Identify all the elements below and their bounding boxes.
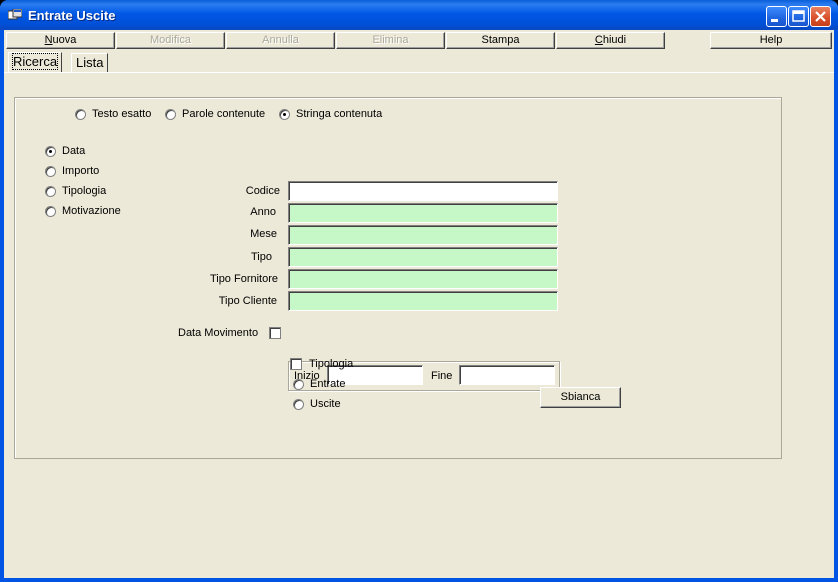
label-stringa-contenuta: Stringa contenuta	[296, 108, 383, 120]
app-window: Entrate Uscite Nuova Modifica Annulla El…	[0, 0, 838, 582]
mese-input[interactable]	[288, 225, 558, 245]
tipo-fornitore-input[interactable]	[288, 269, 558, 289]
minimize-icon	[771, 19, 778, 22]
radio-testo-esatto[interactable]	[75, 109, 86, 120]
client-area: Nuova Modifica Annulla Elimina Stampa Ch…	[4, 30, 834, 578]
radio-motivazione[interactable]	[45, 206, 56, 217]
anno-input[interactable]	[288, 203, 558, 223]
tab-lista[interactable]: Lista	[71, 53, 109, 72]
sbianca-button[interactable]: Sbianca	[540, 387, 621, 408]
label-testo-esatto: Testo esatto	[92, 108, 152, 120]
tipo-input[interactable]	[288, 247, 558, 267]
ricerca-panel: Testo esatto Parole contenute Stringa co…	[4, 72, 834, 578]
radio-entrate[interactable]	[293, 379, 304, 390]
codice-input[interactable]	[288, 181, 558, 201]
label-tipo-cliente: Tipo Cliente	[218, 295, 277, 307]
label-uscite: Uscite	[310, 398, 341, 410]
label-tipo-fornitore: Tipo Fornitore	[209, 273, 278, 285]
close-button[interactable]	[810, 6, 831, 27]
modifica-button[interactable]: Modifica	[116, 32, 225, 49]
radio-tipologia[interactable]	[45, 186, 56, 197]
fine-input[interactable]	[459, 365, 555, 385]
minimize-button[interactable]	[766, 6, 787, 27]
label-mese: Mese	[250, 228, 277, 240]
label-data: Data	[62, 145, 86, 157]
tipo-cliente-input[interactable]	[288, 291, 558, 311]
radio-stringa-contenuta[interactable]	[279, 109, 290, 120]
window-title: Entrate Uscite	[28, 8, 116, 23]
tab-ricerca-label: Ricerca	[11, 53, 59, 70]
title-bar[interactable]: Entrate Uscite	[0, 0, 838, 30]
radio-data[interactable]	[45, 146, 56, 157]
close-icon	[815, 11, 826, 22]
tab-strip: Ricerca Lista	[4, 50, 834, 72]
tab-lista-label: Lista	[76, 55, 104, 70]
tipologia-checkbox[interactable]	[290, 358, 302, 370]
nuova-label: uova	[52, 34, 77, 46]
label-tipologia-filter: Tipologia	[309, 358, 354, 370]
help-button[interactable]: Help	[710, 32, 832, 49]
nuova-mnemonic: N	[44, 34, 53, 46]
stampa-button[interactable]: Stampa	[446, 32, 555, 49]
label-parole-contenute: Parole contenute	[182, 108, 266, 120]
maximize-button[interactable]	[788, 6, 809, 27]
label-entrate: Entrate	[310, 378, 346, 390]
label-data-movimento: Data Movimento	[178, 327, 259, 339]
nuova-button[interactable]: Nuova	[6, 32, 115, 49]
label-importo: Importo	[62, 165, 100, 177]
chiudi-label: hiudi	[602, 34, 627, 46]
label-fine: Fine	[431, 370, 453, 382]
radio-parole-contenute[interactable]	[165, 109, 176, 120]
app-icon	[8, 9, 22, 20]
radio-uscite[interactable]	[293, 399, 304, 410]
label-codice: Codice	[245, 185, 280, 197]
annulla-button[interactable]: Annulla	[226, 32, 335, 49]
tab-ricerca[interactable]: Ricerca	[8, 52, 63, 72]
label-anno: Anno	[250, 206, 276, 218]
label-tipologia: Tipologia	[62, 185, 107, 197]
maximize-icon	[792, 10, 805, 22]
data-movimento-checkbox[interactable]	[269, 327, 281, 339]
chiudi-mnemonic: C	[594, 34, 603, 46]
label-motivazione: Motivazione	[62, 205, 121, 217]
command-bar: Nuova Modifica Annulla Elimina Stampa Ch…	[4, 30, 834, 50]
elimina-button[interactable]: Elimina	[336, 32, 445, 49]
radio-importo[interactable]	[45, 166, 56, 177]
chiudi-button[interactable]: Chiudi	[556, 32, 665, 49]
label-tipo: Tipo	[251, 251, 272, 263]
